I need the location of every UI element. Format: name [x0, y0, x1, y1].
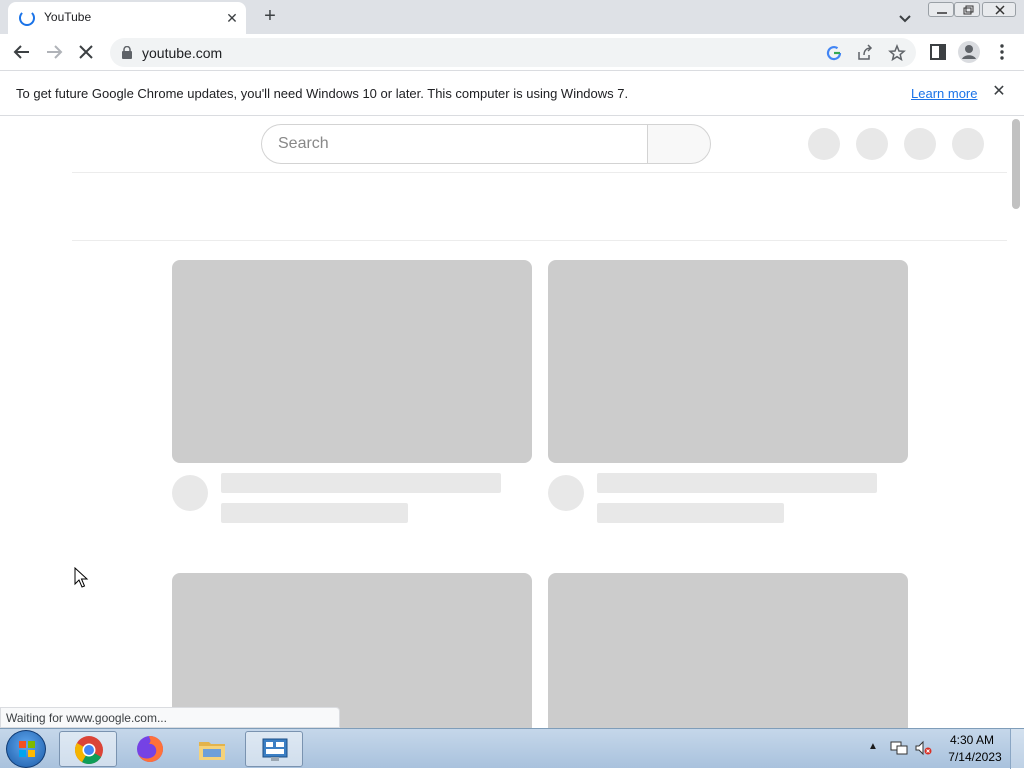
- taskbar-file-explorer[interactable]: [183, 731, 241, 767]
- firefox-icon: [137, 736, 163, 762]
- volume-muted-icon[interactable]: [914, 740, 932, 756]
- browser-title-bar: YouTube ✕ +: [0, 0, 1024, 34]
- back-arrow-icon[interactable]: [10, 40, 34, 64]
- header-icon-placeholder: [952, 128, 984, 160]
- header-divider: [72, 172, 1007, 173]
- channel-avatar-placeholder: [172, 475, 208, 511]
- start-button[interactable]: [6, 730, 46, 768]
- loading-spinner-icon: [19, 10, 35, 26]
- window-close-button[interactable]: [982, 2, 1016, 17]
- search-placeholder: Search: [278, 135, 329, 152]
- profile-avatar-icon[interactable]: [957, 40, 981, 64]
- file-explorer-icon: [199, 742, 225, 760]
- video-meta-placeholder: [221, 503, 408, 523]
- window-minimize-button[interactable]: [928, 2, 954, 17]
- youtube-page: Search Waiting for www.google.com...: [0, 117, 1024, 728]
- taskbar-chrome[interactable]: [59, 731, 117, 767]
- channel-avatar-placeholder: [548, 475, 584, 511]
- show-hidden-icons-icon[interactable]: ▲: [868, 741, 878, 752]
- chrome-icon: [75, 736, 103, 764]
- clock-date[interactable]: 7/14/2023: [945, 750, 1005, 764]
- taskbar-control-panel[interactable]: [245, 731, 303, 767]
- control-panel-icon: [262, 738, 288, 761]
- video-thumbnail-placeholder: [548, 260, 908, 463]
- address-bar[interactable]: youtube.com: [110, 38, 916, 67]
- update-infobar: To get future Google Chrome updates, you…: [0, 71, 1024, 116]
- share-icon[interactable]: [856, 44, 874, 62]
- status-text: Waiting for www.google.com...: [6, 711, 167, 725]
- infobar-message: To get future Google Chrome updates, you…: [16, 86, 629, 101]
- google-lens-icon[interactable]: [826, 45, 842, 61]
- windows-taskbar: ▲ 4:30 AM 7/14/2023: [0, 728, 1024, 769]
- taskbar-firefox[interactable]: [121, 731, 179, 767]
- forward-arrow-icon[interactable]: [42, 40, 66, 64]
- tab-youtube[interactable]: YouTube ✕: [8, 2, 246, 34]
- status-bubble: Waiting for www.google.com...: [0, 707, 340, 728]
- scrollbar-thumb[interactable]: [1012, 119, 1020, 209]
- chrome-menu-icon[interactable]: [990, 40, 1014, 64]
- bookmark-star-icon[interactable]: [888, 44, 906, 62]
- video-title-placeholder: [221, 473, 501, 493]
- lock-icon[interactable]: [122, 46, 132, 59]
- learn-more-link[interactable]: Learn more: [911, 86, 977, 101]
- page-scrollbar[interactable]: [1008, 117, 1024, 728]
- mouse-cursor-icon: [74, 567, 89, 588]
- video-thumbnail-placeholder: [172, 573, 532, 728]
- window-restore-button[interactable]: [954, 2, 980, 17]
- search-input[interactable]: Search: [261, 124, 648, 164]
- video-meta-placeholder: [597, 503, 784, 523]
- url-text[interactable]: youtube.com: [142, 45, 222, 61]
- side-panel-icon[interactable]: [926, 40, 950, 64]
- network-icon[interactable]: [890, 740, 908, 756]
- video-thumbnail-placeholder: [548, 573, 908, 728]
- windows-logo-icon: [19, 741, 35, 757]
- tab-search-icon[interactable]: [893, 6, 917, 30]
- tab-title: YouTube: [44, 10, 92, 24]
- show-desktop-button[interactable]: [1010, 729, 1024, 769]
- video-title-placeholder: [597, 473, 877, 493]
- search-button[interactable]: [647, 124, 711, 164]
- header-icon-placeholder: [856, 128, 888, 160]
- chips-divider: [72, 240, 1007, 241]
- clock-time[interactable]: 4:30 AM: [949, 733, 995, 747]
- video-thumbnail-placeholder: [172, 260, 532, 463]
- stop-loading-icon[interactable]: [74, 40, 98, 64]
- close-infobar-icon[interactable]: ✕: [990, 83, 1008, 101]
- close-tab-icon[interactable]: ✕: [222, 8, 242, 28]
- new-tab-button[interactable]: +: [258, 5, 282, 29]
- header-icon-placeholder: [904, 128, 936, 160]
- browser-toolbar: youtube.com: [0, 34, 1024, 71]
- header-icon-placeholder: [808, 128, 840, 160]
